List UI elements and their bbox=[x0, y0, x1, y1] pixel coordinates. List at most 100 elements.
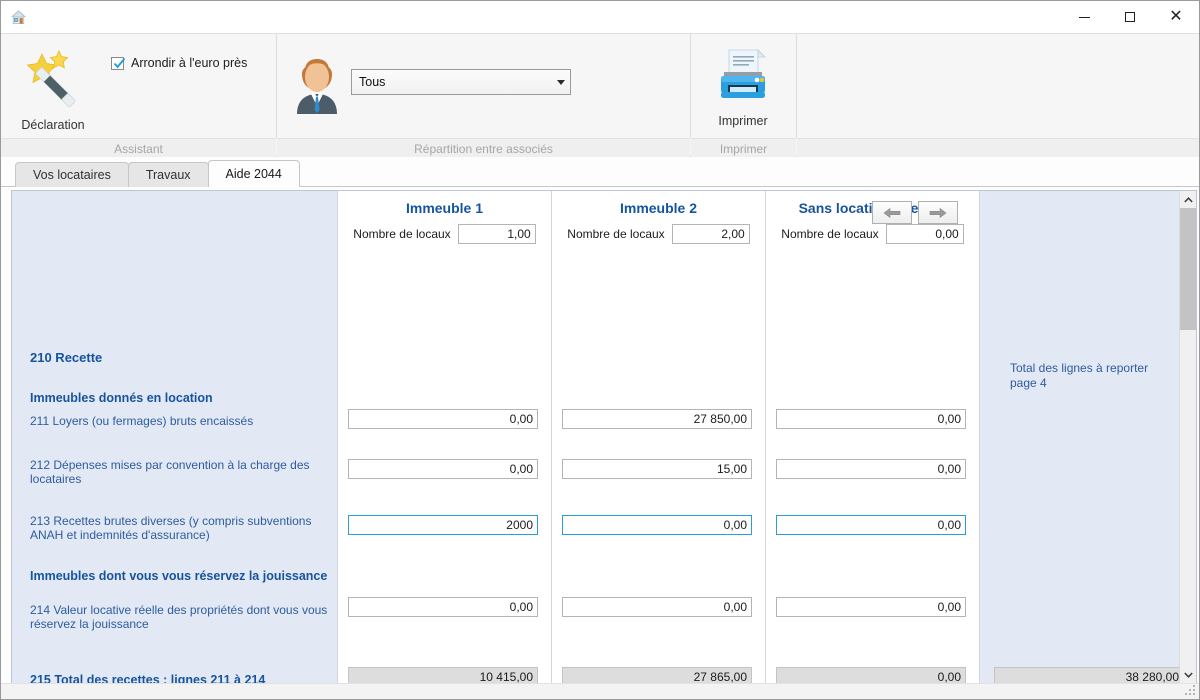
input-212-immeuble-1[interactable] bbox=[348, 459, 538, 479]
declaration-button-label: Déclaration bbox=[21, 118, 85, 132]
ribbon-toolbar: Déclaration Arrondir à l'euro près Assis… bbox=[1, 33, 1199, 158]
row-label-210: 210 Recette bbox=[30, 350, 103, 365]
page-navigation bbox=[872, 201, 958, 224]
ribbon-group-imprimer-body: Imprimer bbox=[691, 34, 796, 138]
next-page-button[interactable] bbox=[918, 201, 958, 224]
print-button[interactable]: Imprimer bbox=[691, 42, 795, 128]
form-column-sans-location: Sans location affectée Nombre de locaux bbox=[765, 191, 979, 683]
ribbon-empty-area bbox=[797, 34, 1199, 158]
ribbon-group-assistant-body: Déclaration Arrondir à l'euro près bbox=[1, 34, 276, 138]
tab-travaux-label: Travaux bbox=[145, 168, 191, 182]
close-icon: ✕ bbox=[1169, 8, 1183, 25]
input-211-immeuble-2[interactable] bbox=[562, 409, 752, 429]
chevron-down-icon bbox=[552, 79, 570, 85]
printer-icon-glyph bbox=[721, 49, 766, 98]
chevron-up-icon bbox=[1183, 196, 1193, 203]
house-icon-glyph bbox=[10, 10, 26, 24]
row-label-immeubles-location: Immeubles donnés en location bbox=[30, 391, 213, 405]
magic-wand-icon bbox=[21, 48, 85, 112]
close-button[interactable]: ✕ bbox=[1153, 1, 1199, 33]
checkbox-box bbox=[111, 56, 126, 70]
tab-aide-2044[interactable]: Aide 2044 bbox=[207, 160, 300, 188]
tab-bar: Vos locataires Travaux Aide 2044 bbox=[1, 157, 1199, 188]
input-213-immeuble-1[interactable] bbox=[348, 515, 538, 535]
locaux-row-immeuble-1: Nombre de locaux bbox=[338, 224, 551, 244]
associates-select-value: Tous bbox=[359, 75, 386, 89]
total-panel-note: Total des lignes à reporter page 4 bbox=[1010, 361, 1149, 390]
ribbon-group-repartition: Tous Répartition entre associés bbox=[277, 34, 690, 158]
input-213-immeuble-2[interactable] bbox=[562, 515, 752, 535]
input-212-immeuble-2[interactable] bbox=[562, 459, 752, 479]
input-215-sans-location bbox=[776, 667, 966, 683]
ribbon-group-assistant-title: Assistant bbox=[1, 138, 276, 158]
minimize-icon bbox=[1078, 16, 1090, 18]
house-icon bbox=[1, 1, 35, 33]
minimize-button[interactable] bbox=[1061, 1, 1107, 33]
form-column-immeuble-2: Immeuble 2 Nombre de locaux bbox=[551, 191, 765, 683]
chevron-down-icon bbox=[1183, 671, 1193, 678]
form-column-immeuble-1: Immeuble 1 Nombre de locaux bbox=[337, 191, 551, 683]
application-window: ✕ Déclaration Arrondir à l'euro près Ass… bbox=[0, 0, 1200, 700]
ribbon-group-repartition-body: Tous bbox=[277, 34, 690, 138]
locaux-input-sans-location[interactable] bbox=[885, 224, 964, 244]
row-label-215: 215 Total des recettes : lignes 211 à 21… bbox=[30, 673, 266, 683]
tab-travaux[interactable]: Travaux bbox=[127, 162, 209, 187]
locaux-row-sans-location: Nombre de locaux bbox=[766, 224, 979, 244]
form-scroll-region: 210 Recette Immeubles donnés en location… bbox=[12, 191, 1179, 683]
row-label-214: 214 Valeur locative réelle des propriété… bbox=[30, 603, 328, 631]
input-214-sans-location[interactable] bbox=[776, 597, 966, 617]
input-212-sans-location[interactable] bbox=[776, 459, 966, 479]
row-label-212: 212 Dépenses mises par convention à la c… bbox=[30, 458, 310, 486]
locaux-label-sans-location: Nombre de locaux bbox=[781, 227, 879, 241]
scroll-thumb[interactable] bbox=[1180, 208, 1196, 330]
tab-aide-2044-label: Aide 2044 bbox=[225, 167, 282, 181]
window-controls: ✕ bbox=[1061, 1, 1199, 33]
tab-vos-locataires-label: Vos locataires bbox=[33, 168, 111, 182]
locaux-row-immeuble-2: Nombre de locaux bbox=[552, 224, 765, 244]
round-to-euro-checkbox[interactable]: Arrondir à l'euro près bbox=[111, 56, 247, 70]
printer-icon bbox=[716, 48, 770, 108]
maximize-icon bbox=[1125, 12, 1135, 22]
status-strip bbox=[1, 683, 1199, 699]
input-214-immeuble-1[interactable] bbox=[348, 597, 538, 617]
form-label-column: 210 Recette Immeubles donnés en location… bbox=[12, 191, 337, 683]
locaux-input-immeuble-1[interactable] bbox=[457, 224, 536, 244]
form-workspace: 210 Recette Immeubles donnés en location… bbox=[1, 187, 1199, 699]
person-icon bbox=[289, 50, 345, 114]
round-to-euro-label: Arrondir à l'euro près bbox=[131, 56, 248, 70]
associates-select[interactable]: Tous bbox=[351, 69, 571, 95]
input-215-immeuble-2 bbox=[562, 667, 752, 683]
scroll-track[interactable] bbox=[1180, 208, 1196, 666]
input-214-immeuble-2[interactable] bbox=[562, 597, 752, 617]
row-label-immeubles-jouissance: Immeubles dont vous vous réservez la jou… bbox=[30, 569, 328, 583]
scroll-up-button[interactable] bbox=[1180, 191, 1196, 208]
tab-vos-locataires[interactable]: Vos locataires bbox=[15, 162, 129, 187]
form-vertical-scrollbar[interactable] bbox=[1179, 191, 1196, 683]
column-header-immeuble-1: Immeuble 1 bbox=[405, 200, 484, 216]
title-bar: ✕ bbox=[1, 1, 1199, 33]
input-211-immeuble-1[interactable] bbox=[348, 409, 538, 429]
locaux-input-immeuble-2[interactable] bbox=[671, 224, 750, 244]
scroll-down-button[interactable] bbox=[1180, 666, 1196, 683]
ribbon-group-imprimer-title: Imprimer bbox=[691, 138, 796, 158]
person-icon-glyph bbox=[297, 59, 337, 114]
row-label-211: 211 Loyers (ou fermages) bruts encaissés bbox=[30, 414, 254, 428]
resize-grip-icon[interactable] bbox=[1185, 685, 1197, 697]
ribbon-group-imprimer: Imprimer Imprimer bbox=[691, 34, 796, 158]
magic-wand-icon-glyph bbox=[26, 50, 76, 108]
input-211-sans-location[interactable] bbox=[776, 409, 966, 429]
locaux-label-immeuble-2: Nombre de locaux bbox=[567, 227, 665, 241]
maximize-button[interactable] bbox=[1107, 1, 1153, 33]
input-213-sans-location[interactable] bbox=[776, 515, 966, 535]
previous-page-button[interactable] bbox=[872, 201, 912, 224]
total-panel-value bbox=[994, 667, 1179, 683]
ribbon-group-assistant: Déclaration Arrondir à l'euro près Assis… bbox=[1, 34, 276, 158]
declaration-form: 210 Recette Immeubles donnés en location… bbox=[11, 190, 1197, 684]
print-button-label: Imprimer bbox=[718, 114, 768, 128]
column-header-immeuble-2: Immeuble 2 bbox=[619, 200, 698, 216]
input-215-immeuble-1 bbox=[348, 667, 538, 683]
arrow-right-icon bbox=[929, 207, 947, 218]
row-label-213: 213 Recettes brutes diverses (y compris … bbox=[30, 514, 312, 542]
checkmark-icon bbox=[113, 57, 126, 68]
declaration-button[interactable]: Déclaration bbox=[1, 42, 105, 132]
